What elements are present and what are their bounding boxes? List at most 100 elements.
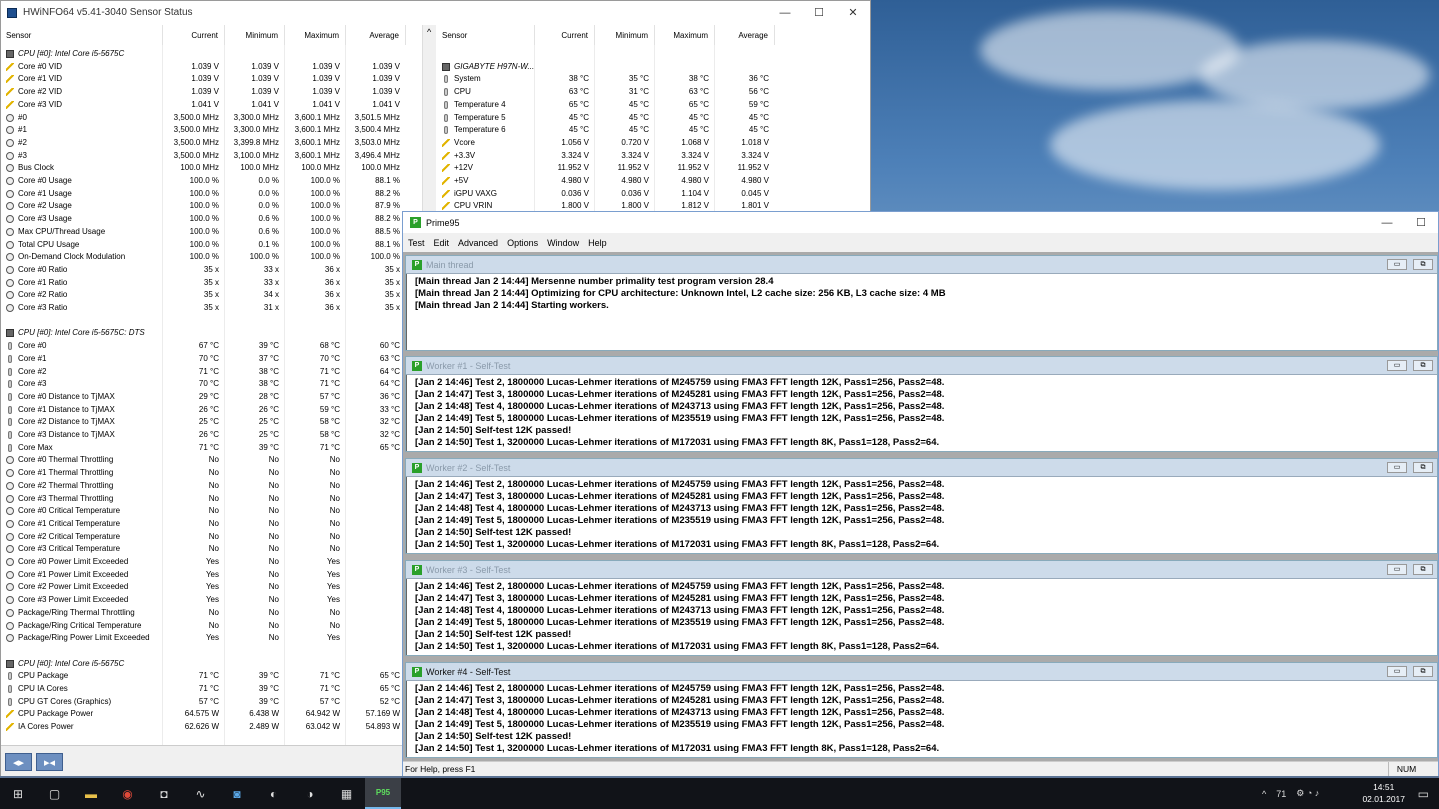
sensor-row[interactable]: +3.3V 3.324 V 3.324 V 3.324 V 3.324 V xyxy=(437,150,870,163)
hwinfo-titlebar[interactable]: HWiNFO64 v5.41-3040 Sensor Status — ☐ ✕ xyxy=(1,1,870,24)
navigate-left-button[interactable]: ◂▸ xyxy=(5,753,32,771)
media-icon[interactable]: ◑ xyxy=(292,778,328,809)
prime95-titlebar[interactable]: P Prime95 — ☐ xyxy=(403,212,1438,233)
sensor-row[interactable]: Core #2 Thermal Throttling No No No xyxy=(1,480,422,493)
sensor-row[interactable]: Max CPU/Thread Usage 100.0 % 0.6 % 100.0 % 8… xyxy=(1,226,422,239)
sensor-row[interactable]: CPU VRIN 1.800 V 1.800 V 1.812 V 1.801 V xyxy=(437,200,870,211)
sensor-row[interactable]: Core #1 VID 1.039 V 1.039 V 1.039 V 1.039 V xyxy=(1,73,422,86)
mdi-titlebar[interactable]: P Worker #1 - Self-Test ▭ ⧉ xyxy=(406,357,1437,375)
sensor-row[interactable]: Bus Clock 100.0 MHz 100.0 MHz 100.0 MHz 100.… xyxy=(1,162,422,175)
sensor-row[interactable]: Core #0 VID 1.039 V 1.039 V 1.039 V 1.039 V xyxy=(1,61,422,74)
column-header-sensor[interactable]: Sensor xyxy=(437,25,535,45)
mdi-window[interactable]: P Worker #3 - Self-Test ▭ ⧉ [Jan 2 14:46] Te… xyxy=(405,560,1438,656)
mdi-minimize-button[interactable]: ▭ xyxy=(1387,564,1407,575)
mdi-minimize-button[interactable]: ▭ xyxy=(1387,259,1407,270)
close-button[interactable]: ✕ xyxy=(836,1,870,24)
task-view-icon[interactable]: ▢ xyxy=(37,778,73,809)
mdi-restore-button[interactable]: ⧉ xyxy=(1413,259,1433,270)
mdi-window[interactable]: P Worker #4 - Self-Test ▭ ⧉ [Jan 2 14:46] Te… xyxy=(405,662,1438,758)
sensor-row[interactable]: Core #3 Power Limit Exceeded Yes No Yes xyxy=(1,594,422,607)
mdi-window[interactable]: P Worker #2 - Self-Test ▭ ⧉ [Jan 2 14:46] Te… xyxy=(405,458,1438,554)
sensor-row[interactable]: Core #1 70 °C 37 °C 70 °C 63 °C xyxy=(1,353,422,366)
chrome-icon[interactable]: ◉ xyxy=(110,778,146,809)
column-header-average[interactable]: Average xyxy=(346,25,406,45)
sensor-row[interactable]: CPU Package Power 64.575 W 6.438 W 64.942 W… xyxy=(1,708,422,721)
sensor-row[interactable]: Core #1 Power Limit Exceeded Yes No Yes xyxy=(1,569,422,582)
menu-item-edit[interactable]: Edit xyxy=(430,235,454,251)
file-explorer-icon[interactable]: ▬ xyxy=(73,778,109,809)
sensor-row[interactable]: Core #2 Critical Temperature No No No xyxy=(1,531,422,544)
prime95-icon[interactable]: P95 xyxy=(365,778,401,809)
sensor-row[interactable] xyxy=(1,315,422,328)
sensor-row[interactable]: Core #0 Ratio 35 x 33 x 36 x 35 x xyxy=(1,264,422,277)
sensor-row[interactable]: Temperature 5 45 °C 45 °C 45 °C 45 °C xyxy=(437,112,870,125)
sensor-row[interactable]: Core #2 71 °C 38 °C 71 °C 64 °C xyxy=(1,366,422,379)
sensor-row[interactable]: Core #2 Distance to TjMAX 25 °C 25 °C 58 °C… xyxy=(1,416,422,429)
sensor-row[interactable]: +5V 4.980 V 4.980 V 4.980 V 4.980 V xyxy=(437,175,870,188)
sensor-row[interactable]: Core #0 67 °C 39 °C 68 °C 60 °C xyxy=(1,340,422,353)
sensor-row[interactable]: Package/Ring Critical Temperature No No No xyxy=(1,620,422,633)
mdi-titlebar[interactable]: P Main thread ▭ ⧉ xyxy=(406,256,1437,274)
column-header-current[interactable]: Current xyxy=(535,25,595,45)
tray-cpu-temp[interactable]: 71 xyxy=(1276,789,1286,799)
sensor-group-header[interactable]: CPU [#0]: Intel Core i5-5675C xyxy=(1,658,422,671)
sensor-row[interactable]: Core #2 VID 1.039 V 1.039 V 1.039 V 1.039 V xyxy=(1,86,422,99)
mdi-minimize-button[interactable]: ▭ xyxy=(1387,360,1407,371)
notification-center-icon[interactable]: ▭ xyxy=(1418,778,1429,809)
sensor-row[interactable]: Core #0 Usage 100.0 % 0.0 % 100.0 % 88.1 % xyxy=(1,175,422,188)
sensor-row[interactable]: CPU IA Cores 71 °C 39 °C 71 °C 65 °C xyxy=(1,683,422,696)
start-icon[interactable]: ⊞ xyxy=(0,778,36,809)
sensor-row[interactable]: Core #3 Usage 100.0 % 0.6 % 100.0 % 88.2 % xyxy=(1,213,422,226)
sensor-row[interactable]: #0 3,500.0 MHz 3,300.0 MHz 3,600.1 MHz 3,501… xyxy=(1,112,422,125)
mdi-minimize-button[interactable]: ▭ xyxy=(1387,462,1407,473)
sensor-row[interactable]: On-Demand Clock Modulation 100.0 % 100.0 %… xyxy=(1,251,422,264)
sensor-row[interactable]: Package/Ring Thermal Throttling No No No xyxy=(1,607,422,620)
maximize-button[interactable]: ☐ xyxy=(1404,212,1438,233)
mdi-titlebar[interactable]: P Worker #4 - Self-Test ▭ ⧉ xyxy=(406,663,1437,681)
sensor-row[interactable]: Core #1 Ratio 35 x 33 x 36 x 35 x xyxy=(1,277,422,290)
mdi-restore-button[interactable]: ⧉ xyxy=(1413,462,1433,473)
sensor-row[interactable]: iGPU VAXG 0.036 V 0.036 V 1.104 V 0.045 V xyxy=(437,188,870,201)
mdi-minimize-button[interactable]: ▭ xyxy=(1387,666,1407,677)
sensor-row[interactable]: Temperature 6 45 °C 45 °C 45 °C 45 °C xyxy=(437,124,870,137)
sensor-row[interactable]: Core Max 71 °C 39 °C 71 °C 65 °C xyxy=(1,442,422,455)
sensor-row[interactable]: Core #1 Critical Temperature No No No xyxy=(1,518,422,531)
sensor-row[interactable]: Core #3 Distance to TjMAX 26 °C 25 °C 58 °C… xyxy=(1,429,422,442)
sensor-row[interactable]: Total CPU Usage 100.0 % 0.1 % 100.0 % 88.1 % xyxy=(1,239,422,252)
column-header-average[interactable]: Average xyxy=(715,25,775,45)
sensor-row[interactable]: Core #0 Thermal Throttling No No No xyxy=(1,454,422,467)
hwinfo-icon[interactable]: ∿ xyxy=(183,778,219,809)
sensor-row[interactable]: CPU Package 71 °C 39 °C 71 °C 65 °C xyxy=(1,670,422,683)
column-header-minimum[interactable]: Minimum xyxy=(595,25,655,45)
sensor-row[interactable]: Package/Ring Power Limit Exceeded Yes No Ye… xyxy=(1,632,422,645)
app-icon[interactable]: ◙ xyxy=(219,778,255,809)
discord-icon[interactable]: ◘ xyxy=(146,778,182,809)
sensor-row[interactable]: Core #3 VID 1.041 V 1.041 V 1.041 V 1.041 V xyxy=(1,99,422,112)
column-header-sensor[interactable]: Sensor xyxy=(1,25,163,45)
mdi-titlebar[interactable]: P Worker #3 - Self-Test ▭ ⧉ xyxy=(406,561,1437,579)
column-header-current[interactable]: Current xyxy=(163,25,225,45)
column-header-minimum[interactable]: Minimum xyxy=(225,25,285,45)
sensor-group-header[interactable]: CPU [#0]: Intel Core i5-5675C: DTS xyxy=(1,327,422,340)
sensor-row[interactable]: Core #2 Ratio 35 x 34 x 36 x 35 x xyxy=(1,289,422,302)
sensor-row[interactable]: Core #3 Thermal Throttling No No No xyxy=(1,493,422,506)
sensor-row[interactable]: Core #0 Critical Temperature No No No xyxy=(1,505,422,518)
sensor-row[interactable] xyxy=(437,48,870,61)
column-header-maximum[interactable]: Maximum xyxy=(655,25,715,45)
sensor-row[interactable]: Core #1 Thermal Throttling No No No xyxy=(1,467,422,480)
maximize-button[interactable]: ☐ xyxy=(802,1,836,24)
sensor-row[interactable]: #2 3,500.0 MHz 3,399.8 MHz 3,600.1 MHz 3,503… xyxy=(1,137,422,150)
sensor-row[interactable]: Core #2 Usage 100.0 % 0.0 % 100.0 % 87.9 % xyxy=(1,200,422,213)
sensor-row[interactable] xyxy=(1,645,422,658)
minimize-button[interactable]: — xyxy=(768,1,802,24)
sensor-row[interactable]: Core #3 70 °C 38 °C 71 °C 64 °C xyxy=(1,378,422,391)
tray-system-icons[interactable]: ⚙ ◔ ♪ xyxy=(1296,788,1319,799)
mdi-window[interactable]: P Main thread ▭ ⧉ [Main thread Jan 2 14:44] … xyxy=(405,255,1438,351)
menu-item-test[interactable]: Test xyxy=(404,235,429,251)
menu-item-help[interactable]: Help xyxy=(584,235,611,251)
taskbar-clock[interactable]: 14:51 02.01.2017 xyxy=(1362,781,1405,805)
sensor-row[interactable]: Core #2 Power Limit Exceeded Yes No Yes xyxy=(1,581,422,594)
sensor-row[interactable]: Core #0 Distance to TjMAX 29 °C 28 °C 57 °C… xyxy=(1,391,422,404)
calendar-app-icon[interactable]: ▦ xyxy=(329,778,365,809)
sensor-row[interactable]: CPU 63 °C 31 °C 63 °C 56 °C xyxy=(437,86,870,99)
